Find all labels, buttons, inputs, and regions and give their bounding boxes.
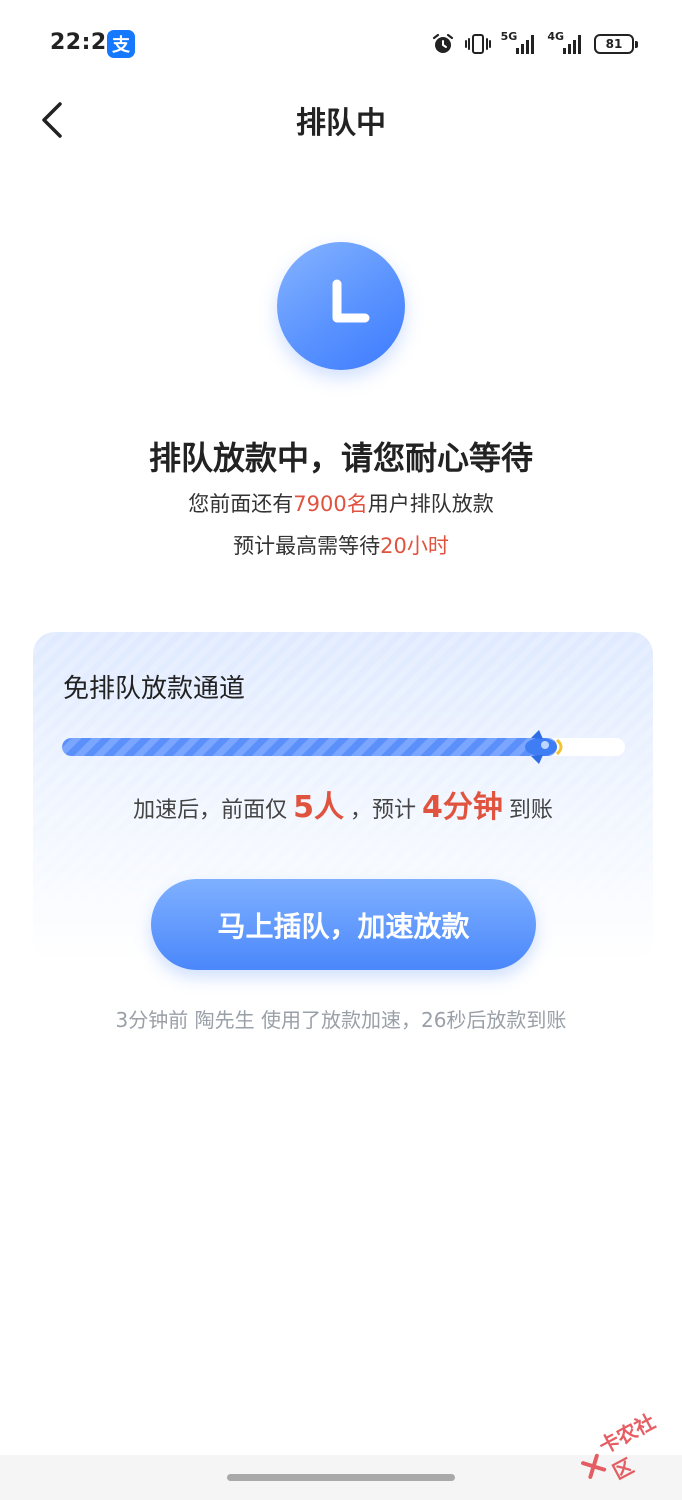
- rocket-icon: [521, 728, 567, 766]
- speed-suffix: 到账: [508, 798, 553, 823]
- net-4g-label: 4G: [547, 29, 564, 43]
- page-title: 排队中: [296, 106, 386, 141]
- battery-icon: 81: [594, 34, 638, 54]
- status-bar: 22:27 支 5G 4G 81: [0, 0, 682, 88]
- queue-ahead-suffix: 用户排队放款: [367, 492, 494, 516]
- battery-level: 81: [605, 37, 623, 51]
- queue-title: 排队放款中，请您耐心等待: [148, 439, 533, 477]
- net-5g-label: 5G: [500, 29, 518, 43]
- status-icons: 5G 4G 81: [431, 28, 638, 60]
- signal-4g-icon: 4G: [547, 30, 584, 54]
- queue-ahead-count: 7900名: [293, 492, 368, 516]
- speed-people: 5人: [293, 790, 344, 825]
- home-indicator[interactable]: [227, 1474, 455, 1481]
- speed-mid: ，预计: [349, 798, 416, 823]
- queue-ahead-prefix: 您前面还有: [188, 492, 294, 516]
- fast-lane-title: 免排队放款通道: [63, 674, 246, 704]
- queue-ahead-text: 您前面还有7900名用户排队放款: [0, 488, 682, 518]
- queue-wait-text: 预计最高需等待20小时: [0, 530, 682, 560]
- signal-5g-icon: 5G: [501, 30, 538, 54]
- speed-up-button[interactable]: 马上插队，加速放款: [151, 879, 536, 970]
- speed-prefix: 加速后，前面仅: [133, 798, 288, 823]
- clock-icon: [277, 242, 405, 370]
- alipay-app-icon: 支: [107, 30, 135, 58]
- speed-up-text: 加速后，前面仅 5人 ，预计 4分钟 到账: [33, 782, 653, 826]
- queue-wait-prefix: 预计最高需等待: [233, 534, 381, 558]
- alarm-icon: [431, 32, 455, 56]
- vibrate-icon: [464, 32, 491, 56]
- progress-fill: [62, 738, 558, 756]
- activity-ticker: 3分钟前 陶先生 使用了放款加速，26秒后放款到账: [115, 1008, 567, 1032]
- queue-wait-time: 20小时: [380, 534, 449, 558]
- speed-time: 4分钟: [422, 790, 503, 825]
